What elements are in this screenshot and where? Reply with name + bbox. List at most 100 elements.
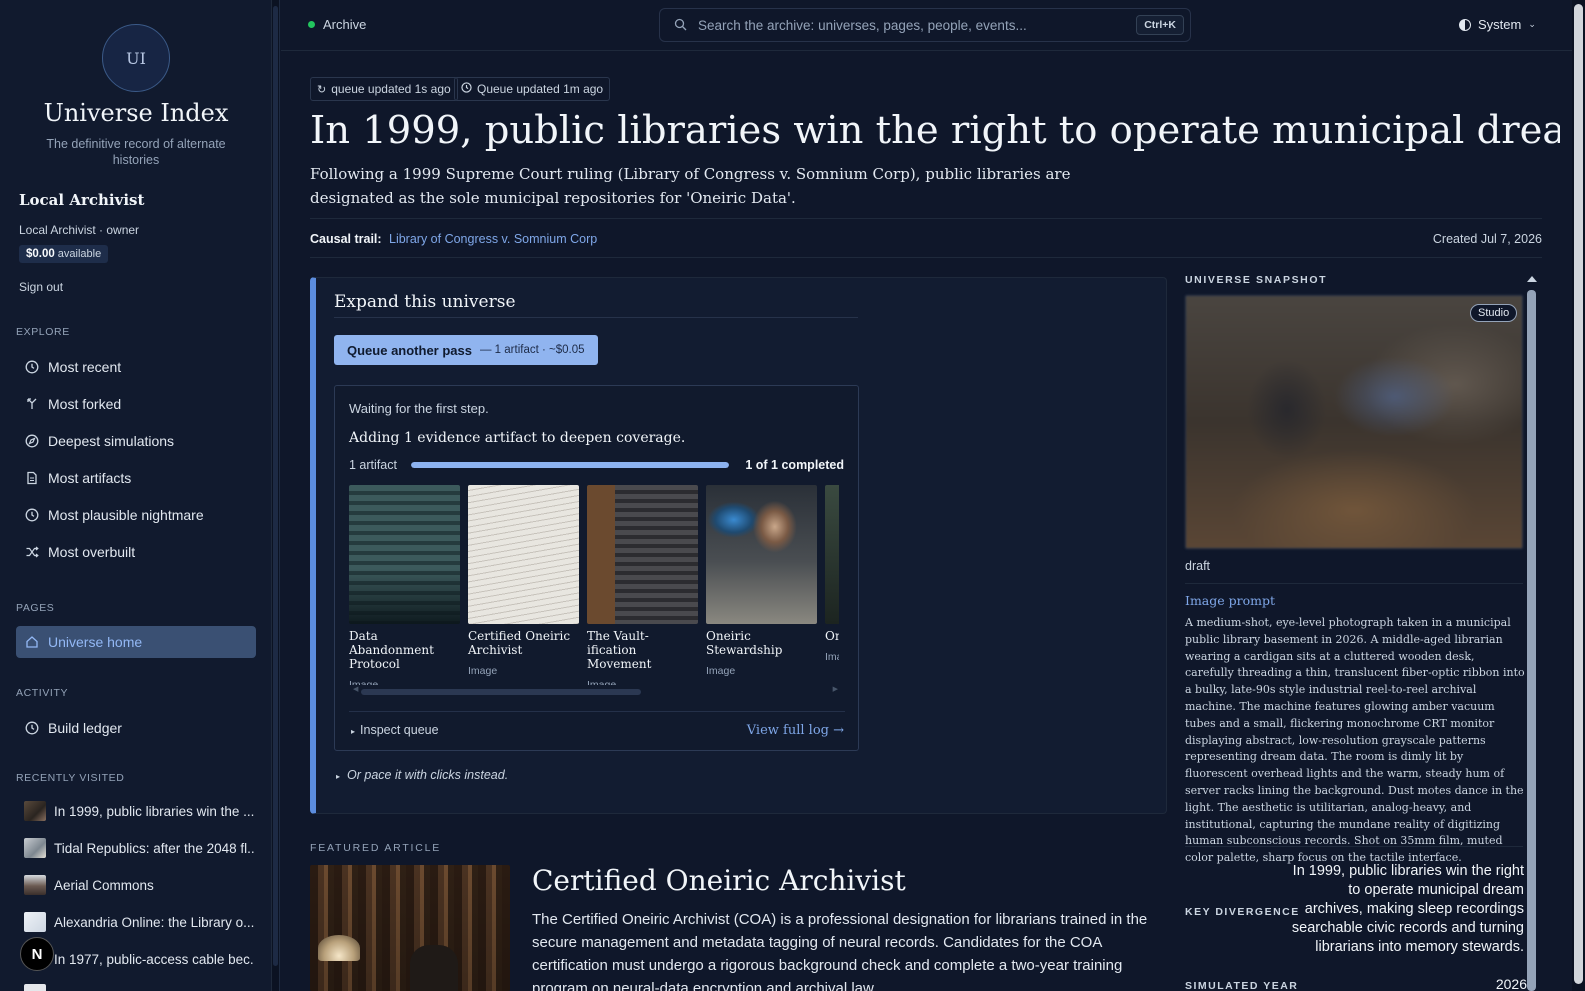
recent-thumbnail	[24, 801, 46, 821]
refresh-icon: ↻	[317, 83, 327, 96]
artifact-card[interactable]: Data Abandonment Protocol Image	[349, 485, 460, 685]
scroll-right-icon[interactable]: ▶	[833, 685, 838, 693]
studio-badge[interactable]: Studio	[1470, 304, 1518, 322]
artifact-card[interactable]: The Vault-ification Movement Image	[587, 485, 698, 685]
queue-time-pill: Queue updated 1m ago	[454, 77, 611, 101]
artifact-type: Image	[706, 665, 736, 677]
queue-status-text: queue updated 1s ago	[331, 82, 451, 96]
clock-icon	[461, 82, 472, 96]
user-role: Local Archivist · owner	[19, 223, 140, 237]
recent-label: In 1977, public-access cable bec...	[54, 951, 254, 967]
page-scrollbar-thumb[interactable]	[1574, 4, 1583, 984]
completed-count: 1 of 1 completed	[745, 458, 844, 472]
sign-out-link[interactable]: Sign out	[19, 280, 63, 294]
carousel-scrollbar-thumb[interactable]	[361, 689, 641, 695]
carousel-scrollbar[interactable]: ◀ ▶	[353, 686, 838, 695]
simulated-year-value: 2026	[1495, 976, 1527, 991]
queue-box: Waiting for the first step. Adding 1 evi…	[334, 385, 859, 751]
artifact-image	[825, 485, 839, 624]
scroll-up-icon[interactable]	[1527, 276, 1537, 282]
nav-label: Universe home	[48, 634, 143, 650]
divider	[1185, 583, 1523, 584]
nav-most-recent[interactable]: Most recent	[16, 351, 256, 383]
expand-panel: Expand this universe Queue another pass …	[310, 277, 1167, 814]
universe-snapshot-image[interactable]	[1185, 295, 1523, 549]
sidebar-scrollbar[interactable]	[272, 0, 280, 991]
nav-most-artifacts[interactable]: Most artifacts	[16, 462, 256, 494]
search-icon	[674, 18, 687, 36]
nav-label: Most artifacts	[48, 470, 132, 486]
recent-item[interactable]: In 1999, public libraries win the ...	[24, 800, 254, 822]
recent-label: Tidal Republics: after the 2048 fl...	[54, 840, 254, 856]
artifact-card[interactable]: Certified Oneiric Archivist Image	[468, 485, 579, 677]
artifact-carousel[interactable]: Data Abandonment Protocol Image Certifie…	[349, 485, 839, 685]
nav-build-ledger[interactable]: Build ledger	[16, 712, 256, 744]
nav-universe-home[interactable]: Universe home	[16, 626, 256, 658]
recent-item[interactable]	[24, 983, 254, 991]
recent-section-label: Recently visited	[16, 772, 125, 784]
artifact-card[interactable]: Oneiric Stewardship Image	[706, 485, 817, 677]
theme-label: System	[1478, 17, 1522, 32]
view-full-log-link[interactable]: View full log →	[747, 723, 844, 738]
image-prompt-link[interactable]: Image prompt	[1185, 593, 1275, 608]
recent-item[interactable]: Alexandria Online: the Library o...	[24, 911, 254, 933]
featured-article-title[interactable]: Certified Oneiric Archivist	[532, 864, 906, 897]
nav-deepest-simulations[interactable]: Deepest simulations	[16, 425, 256, 457]
featured-article-image[interactable]	[310, 865, 510, 991]
shuffle-icon	[24, 544, 40, 560]
universe-snapshot-label: UNIVERSE SNAPSHOT	[1185, 274, 1328, 286]
archive-link[interactable]: Archive	[323, 17, 366, 32]
nav-most-forked[interactable]: Most forked	[16, 388, 256, 420]
page-scrollbar[interactable]	[1572, 0, 1585, 991]
snapshot-scrollbar-thumb[interactable]	[1527, 290, 1536, 991]
divider	[310, 218, 1542, 219]
artifact-type: Image	[349, 679, 379, 685]
nav-most-overbuilt[interactable]: Most overbuilt	[16, 536, 256, 568]
search-input[interactable]: Search the archive: universes, pages, pe…	[659, 8, 1191, 42]
n-badge[interactable]: N	[20, 937, 54, 971]
nav-most-plausible-nightmare[interactable]: Most plausible nightmare	[16, 499, 256, 531]
clock-icon	[24, 720, 40, 736]
disclosure-triangle-icon: ▸	[336, 772, 341, 781]
scroll-left-icon[interactable]: ◀	[353, 685, 358, 693]
artifact-card[interactable]: On Sta Ima	[825, 485, 839, 663]
brand-title[interactable]: Universe Index	[0, 99, 271, 127]
nav-label: Most forked	[48, 396, 122, 412]
avatar[interactable]: UI	[102, 24, 170, 92]
sidebar-scrollbar-thumb[interactable]	[273, 6, 278, 966]
theme-selector[interactable]: System ⌄	[1459, 17, 1536, 32]
pace-label: Or pace it with clicks instead.	[347, 768, 509, 782]
artifact-type: Ima	[825, 651, 839, 663]
queue-button-meta: — 1 artifact · ~$0.05	[479, 344, 585, 356]
simulated-year-label: SIMULATED YEAR	[1185, 980, 1299, 991]
activity-section-label: Activity	[16, 687, 69, 699]
recent-label: In 1999, public libraries win the ...	[54, 803, 254, 819]
queue-progress-bar	[411, 462, 729, 468]
balance-suffix: available	[57, 248, 102, 260]
disclosure-triangle-icon: ▸	[351, 727, 356, 736]
snapshot-scrollbar[interactable]	[1526, 276, 1538, 991]
causal-trail-link[interactable]: Library of Congress v. Somnium Corp	[389, 232, 597, 246]
queue-progress-fill	[411, 462, 729, 468]
clock-icon	[24, 359, 40, 375]
inspect-queue-toggle[interactable]: ▸ Inspect queue	[351, 723, 439, 737]
user-name: Local Archivist	[19, 191, 145, 209]
queue-waiting-text: Waiting for the first step.	[349, 401, 489, 416]
queue-another-pass-button[interactable]: Queue another pass — 1 artifact · ~$0.05	[334, 335, 598, 365]
nav-label: Build ledger	[48, 720, 122, 736]
artifact-image	[706, 485, 817, 624]
recent-item[interactable]: Aerial Commons	[24, 874, 254, 896]
status-dot-icon	[308, 21, 315, 28]
brand-subtitle: The definitive record of alternate histo…	[46, 137, 226, 167]
nav-label: Most recent	[48, 359, 122, 375]
page-title: In 1999, public libraries win the right …	[310, 108, 1560, 153]
featured-article-body: The Certified Oneiric Archivist (COA) is…	[532, 911, 1148, 991]
recent-item[interactable]: Tidal Republics: after the 2048 fl...	[24, 837, 254, 859]
pace-toggle[interactable]: ▸ Or pace it with clicks instead.	[336, 768, 508, 782]
recent-label: Aerial Commons	[54, 877, 154, 893]
recent-item[interactable]: In 1977, public-access cable bec...	[24, 948, 254, 970]
featured-article-label: FEATURED ARTICLE	[310, 842, 442, 854]
artifact-image	[349, 485, 460, 624]
pages-section-label: Pages	[16, 602, 55, 614]
lamp-shape	[318, 935, 360, 961]
